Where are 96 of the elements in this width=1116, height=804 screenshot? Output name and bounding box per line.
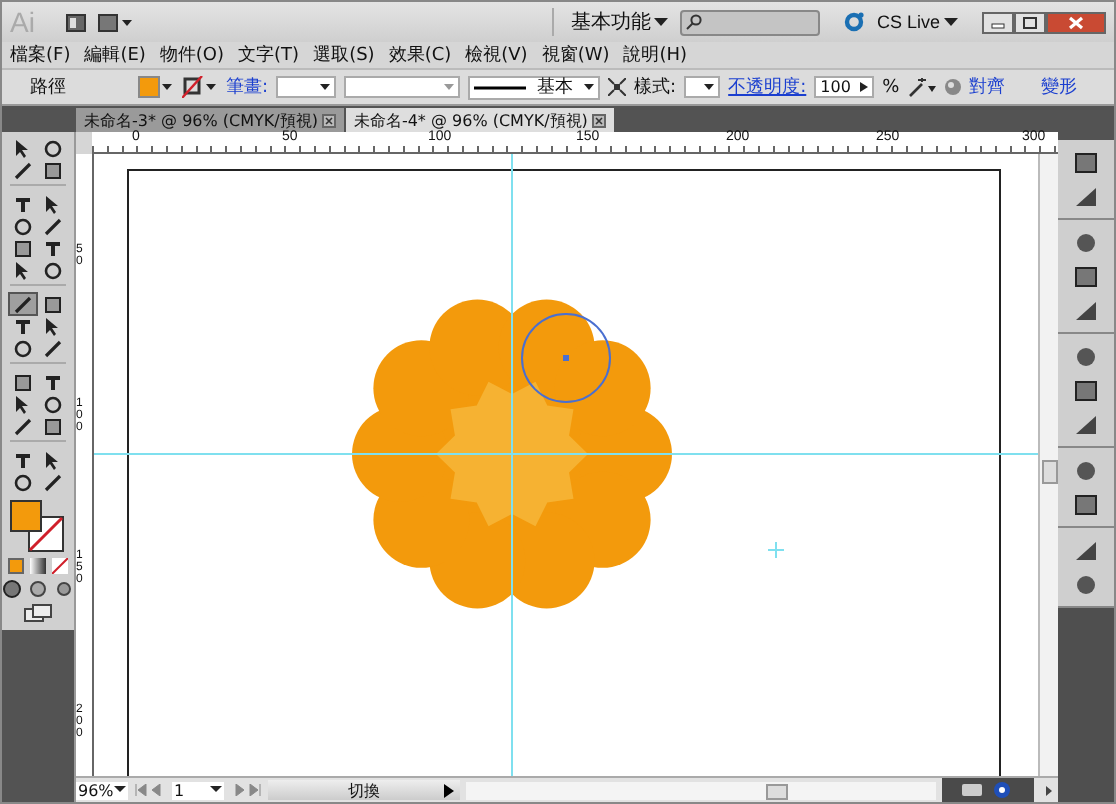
minimize-button[interactable] <box>982 11 1014 33</box>
expand-icon[interactable] <box>608 78 627 96</box>
tool-button[interactable] <box>40 216 66 236</box>
arrange-icon[interactable] <box>98 13 134 31</box>
transform-link[interactable]: 變形 <box>1041 74 1078 100</box>
tool-button[interactable] <box>10 416 36 436</box>
search-field[interactable] <box>680 9 821 35</box>
gradient-mode-button[interactable] <box>30 558 46 574</box>
tool-button[interactable] <box>40 338 66 358</box>
close-icon[interactable] <box>321 113 336 127</box>
tool-button[interactable] <box>40 372 66 392</box>
caret-icon <box>654 17 669 27</box>
tool-button[interactable] <box>10 472 36 492</box>
close-icon[interactable] <box>591 113 606 127</box>
panel-icon[interactable] <box>1074 494 1098 516</box>
selection-outline[interactable] <box>521 313 611 403</box>
align-link[interactable]: 對齊 <box>969 74 1006 100</box>
panel-icon[interactable] <box>1074 460 1098 482</box>
bridge-icon[interactable] <box>66 13 86 31</box>
tool-button[interactable] <box>10 194 36 214</box>
stroke-line-icon <box>474 83 527 91</box>
search-icon <box>686 14 703 30</box>
cs-live-icon <box>844 12 865 32</box>
panel-icon[interactable] <box>1074 574 1098 596</box>
panel-icon[interactable] <box>1074 186 1098 208</box>
menu-item[interactable]: 檢視(V) <box>465 42 528 68</box>
panel-icon[interactable] <box>1074 414 1098 436</box>
stroke-link[interactable]: 筆畫: <box>226 74 269 100</box>
panel-icon[interactable] <box>1074 300 1098 322</box>
tool-button[interactable] <box>40 138 66 158</box>
opacity-field[interactable]: 100 <box>814 76 875 98</box>
caret-icon <box>584 83 595 91</box>
brush-dropdown[interactable]: 基本 <box>468 75 601 99</box>
tool-button[interactable] <box>40 160 66 180</box>
tool-button[interactable] <box>10 160 36 180</box>
style-dropdown[interactable] <box>684 76 721 98</box>
fill-swatch[interactable] <box>138 76 174 98</box>
workspace-dropdown[interactable]: 基本功能 <box>552 8 669 36</box>
screen-mode-icon[interactable] <box>24 604 52 622</box>
stroke-swatch[interactable] <box>182 76 218 98</box>
fill-stroke-swatches[interactable] <box>10 500 66 552</box>
tool-button[interactable] <box>10 216 36 236</box>
status-mode-button[interactable]: 切換 <box>268 780 460 800</box>
tool-button[interactable] <box>10 294 36 314</box>
crosshair-icon <box>767 541 785 559</box>
document-tab[interactable]: 未命名-4* @ 96% (CMYK/預視) <box>345 108 614 132</box>
zoom-dropdown[interactable]: 96% <box>76 781 128 799</box>
panel-icon[interactable] <box>1074 266 1098 288</box>
panel-icon[interactable] <box>1074 540 1098 562</box>
menu-item[interactable]: 效果(C) <box>388 42 452 68</box>
tool-button[interactable] <box>40 238 66 258</box>
style-label: 樣式: <box>634 75 677 100</box>
vertical-scrollbar[interactable] <box>1038 154 1058 776</box>
caret-icon <box>944 17 958 27</box>
stroke-weight-field[interactable] <box>276 76 337 98</box>
tool-button[interactable] <box>10 316 36 336</box>
opacity-link[interactable]: 不透明度: <box>728 74 807 100</box>
tool-button[interactable] <box>40 394 66 414</box>
tool-button[interactable] <box>10 338 36 358</box>
menu-item[interactable]: 檔案(F) <box>10 42 71 68</box>
menu-item[interactable]: 物件(O) <box>159 42 225 68</box>
tool-button[interactable] <box>40 294 66 314</box>
restore-button[interactable] <box>1014 11 1046 33</box>
color-mode-button[interactable] <box>8 558 24 574</box>
tool-button[interactable] <box>40 472 66 492</box>
cs-live-dropdown[interactable]: CS Live <box>876 12 958 32</box>
caret-icon <box>210 786 222 794</box>
next-page-icon[interactable] <box>230 784 262 796</box>
menu-item[interactable]: 說明(H) <box>623 42 688 68</box>
horizontal-scrollbar[interactable] <box>466 781 936 799</box>
none-mode-button[interactable] <box>52 558 68 574</box>
panel-icon[interactable] <box>1074 152 1098 174</box>
tool-button[interactable] <box>10 238 36 258</box>
panel-icon[interactable] <box>1074 380 1098 402</box>
close-button[interactable] <box>1046 11 1106 33</box>
floating-toolbar[interactable] <box>942 778 1034 802</box>
previous-page-icon[interactable] <box>134 784 166 796</box>
globe-icon[interactable] <box>943 78 962 96</box>
tool-button[interactable] <box>10 372 36 392</box>
play-icon <box>444 783 454 797</box>
caret-icon <box>114 786 126 794</box>
percent-sign: % <box>882 77 900 97</box>
panel-icon[interactable] <box>1074 232 1098 254</box>
selection-label: 路徑 <box>30 75 68 100</box>
tool-button[interactable] <box>40 416 66 436</box>
page-dropdown[interactable]: 1 <box>172 781 224 799</box>
menu-item[interactable]: 文字(T) <box>238 42 300 68</box>
panel-icon[interactable] <box>1074 346 1098 368</box>
arrow-icon <box>860 82 869 92</box>
menu-item[interactable]: 視窗(W) <box>541 42 610 68</box>
menu-item[interactable]: 編輯(E) <box>84 42 146 68</box>
menu-item[interactable]: 選取(S) <box>313 42 375 68</box>
tool-button[interactable] <box>10 450 36 470</box>
wand-icon[interactable] <box>907 77 936 97</box>
document-tab[interactable]: 未命名-3* @ 96% (CMYK/預視) <box>76 108 344 132</box>
tool-button[interactable] <box>40 260 66 280</box>
